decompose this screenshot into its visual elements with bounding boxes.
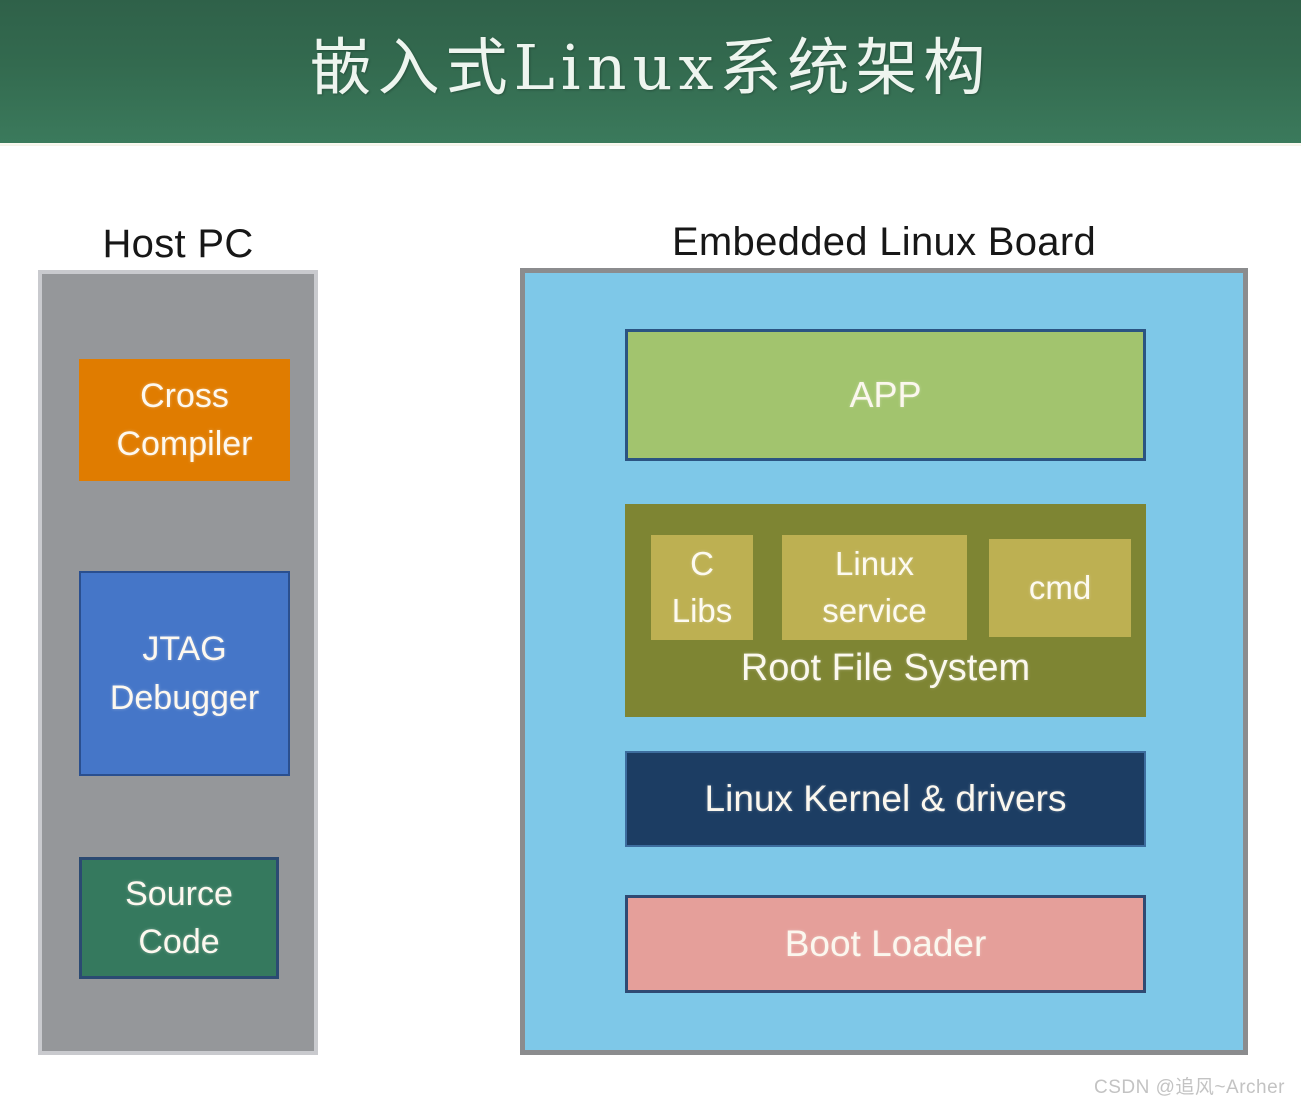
box-linux-kernel-drivers[interactable]: Linux Kernel & drivers <box>625 751 1146 847</box>
page-title: 嵌入式Linux系统架构 <box>309 30 992 104</box>
box-root-file-system[interactable]: C Libs Linux service cmd Root File Syste… <box>625 504 1146 717</box>
rootfs-component-cmd[interactable]: cmd <box>989 539 1131 637</box>
csdn-watermark: CSDN @追风~Archer <box>1094 1077 1285 1098</box>
box-jtag-debugger[interactable]: JTAG Debugger <box>79 571 290 776</box>
embedded-linux-board-panel: APP C Libs Linux service cmd Root File S… <box>520 268 1248 1055</box>
box-cross-compiler-line1: Cross <box>140 376 229 415</box>
root-file-system-label: Root File System <box>740 647 1031 689</box>
box-app[interactable]: APP <box>625 329 1146 461</box>
box-jtag-debugger-line1: JTAG <box>142 630 227 669</box>
box-source-code-line1: Source <box>125 874 233 913</box>
box-boot-loader[interactable]: Boot Loader <box>625 895 1146 993</box>
box-jtag-debugger-line2: Debugger <box>109 678 260 717</box>
box-cross-compiler-line2: Compiler <box>116 425 253 463</box>
rootfs-component-linux-service[interactable]: Linux service <box>782 535 967 640</box>
box-source-code-line2: Code <box>138 923 220 961</box>
banner-underline <box>0 143 1301 146</box>
rootfs-component-linux-service-line1: Linux <box>835 544 914 582</box>
rootfs-component-c-libs-line1: C <box>690 544 714 582</box>
box-source-code[interactable]: Source Code <box>79 857 279 979</box>
rootfs-component-c-libs-line2: Libs <box>671 591 733 629</box>
board-caption: Embedded Linux Board <box>671 220 1097 264</box>
host-pc-caption: Host PC <box>102 222 254 266</box>
host-pc-panel: Cross Compiler JTAG Debugger Source Code <box>38 270 318 1055</box>
rootfs-component-cmd-line1: cmd <box>1028 568 1092 606</box>
rootfs-component-linux-service-line2: service <box>822 591 927 629</box>
rootfs-component-c-libs[interactable]: C Libs <box>651 535 753 640</box>
rootfs-component-row: C Libs Linux service cmd <box>625 535 1146 640</box>
box-cross-compiler[interactable]: Cross Compiler <box>79 359 290 481</box>
title-banner: 嵌入式Linux系统架构 <box>0 0 1301 143</box>
